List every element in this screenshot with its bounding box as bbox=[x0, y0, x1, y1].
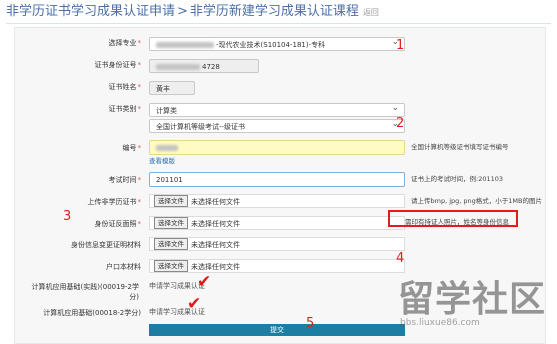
annotation-number: 1 bbox=[396, 38, 405, 53]
id-change-label: 身份信息变更证明材料 bbox=[71, 241, 141, 249]
page-title: 非学历证书学习成果认证申请 > 非学历新建学习成果认证课程 返回 bbox=[6, 3, 379, 21]
submit-button[interactable]: 提交 bbox=[149, 324, 405, 336]
file-status: 未选择任何文件 bbox=[191, 220, 240, 228]
household-file-input[interactable]: 选择文件 未选择任何文件 bbox=[149, 259, 405, 273]
view-template-link[interactable]: 查看模版 bbox=[149, 155, 175, 165]
file-status: 未选择任何文件 bbox=[191, 241, 240, 249]
course1-label: 计算机应用基础(实践)(00019-2学分) bbox=[31, 283, 139, 301]
number-hint: 全国计算机等级证书填写证书编号 bbox=[411, 143, 509, 151]
masked-text bbox=[156, 42, 214, 48]
annotation-number: 4 bbox=[396, 251, 405, 266]
choose-file-button[interactable]: 选择文件 bbox=[154, 238, 188, 250]
highlight-box bbox=[388, 210, 518, 227]
exam-date-label: 考试时间* bbox=[108, 176, 142, 184]
breadcrumb-separator: > bbox=[177, 4, 188, 19]
title-divider bbox=[6, 23, 551, 24]
cert-name-label: 证书姓名* bbox=[108, 83, 142, 91]
upload-hint: 请上传bmp, jpg, png格式，小于1MB的图片 bbox=[411, 197, 542, 205]
choose-file-button[interactable]: 选择文件 bbox=[154, 195, 188, 207]
exam-date-input[interactable]: 201101 bbox=[149, 172, 405, 187]
annotation-number: 5 bbox=[306, 316, 315, 331]
file-status: 未选择任何文件 bbox=[191, 198, 240, 206]
upload-cert-label: 上传非学历证书* bbox=[87, 198, 142, 206]
id-number-label: 证书身份证号* bbox=[94, 61, 142, 69]
course2-label: 计算机应用基础(00018-2学分) bbox=[43, 309, 141, 317]
masked-text bbox=[156, 145, 178, 151]
application-form: 选择专业* -现代农业技术(S10104-181)-专科 证书身份证号* 472… bbox=[14, 27, 546, 344]
breadcrumb-item-new-course: 非学历新建学习成果认证课程 bbox=[189, 4, 359, 19]
exam-date-hint: 证书上的考试时间，例:201103 bbox=[411, 175, 504, 183]
household-label: 户口本材料 bbox=[106, 263, 141, 271]
breadcrumb-item-apply[interactable]: 非学历证书学习成果认证申请 bbox=[6, 4, 175, 19]
back-link[interactable]: 返回 bbox=[363, 8, 379, 17]
file-status: 未选择任何文件 bbox=[191, 263, 240, 271]
cert-type-label: 证书类别* bbox=[108, 105, 142, 113]
number-label: 编号* bbox=[122, 144, 142, 152]
check-mark-icon: ✔ bbox=[187, 294, 202, 314]
upload-cert-file-input[interactable]: 选择文件 未选择任何文件 bbox=[149, 194, 405, 208]
cert-number-input[interactable] bbox=[149, 140, 405, 155]
cert-level-select[interactable]: 全国计算机等级考试--级证书 bbox=[149, 119, 405, 133]
annotation-number: 3 bbox=[63, 209, 72, 224]
major-label: 选择专业* bbox=[108, 39, 142, 47]
id-back-file-input[interactable]: 选择文件 未选择任何文件 bbox=[149, 216, 405, 230]
cert-name-field: 黄丰 bbox=[149, 81, 195, 95]
id-change-file-input[interactable]: 选择文件 未选择任何文件 bbox=[149, 237, 405, 251]
choose-file-button[interactable]: 选择文件 bbox=[154, 217, 188, 229]
major-select[interactable]: -现代农业技术(S10104-181)-专科 bbox=[149, 37, 405, 51]
masked-text bbox=[156, 64, 200, 70]
cert-category-select[interactable]: 计算类 bbox=[149, 103, 405, 117]
choose-file-button[interactable]: 选择文件 bbox=[154, 260, 188, 272]
check-mark-icon: ✔ bbox=[197, 272, 212, 292]
id-back-label: 身份证反面照* bbox=[94, 220, 142, 228]
id-number-field: 4728 bbox=[149, 59, 259, 73]
annotation-number: 2 bbox=[396, 116, 405, 131]
